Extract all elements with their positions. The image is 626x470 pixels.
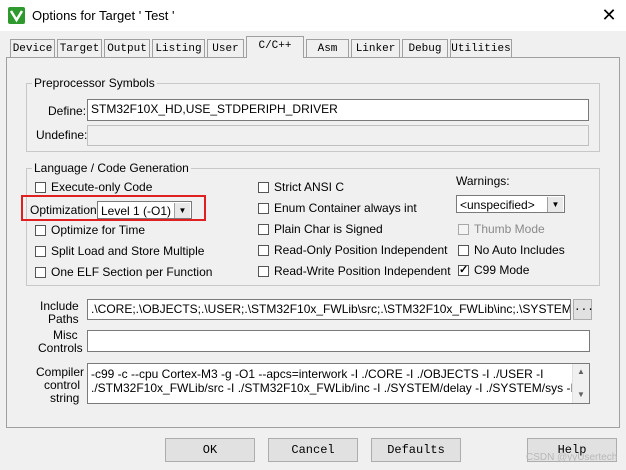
tab-user[interactable]: User <box>207 39 244 57</box>
highlight-box <box>21 195 206 221</box>
thumb-mode-checkbox[interactable] <box>458 224 469 235</box>
ro-pi-checkbox[interactable] <box>258 245 269 256</box>
no-auto-includes-label: No Auto Includes <box>474 243 565 257</box>
include-paths-input[interactable]: .\CORE;.\OBJECTS;.\USER;.\STM32F10x_FWLi… <box>87 299 571 320</box>
tab-listing[interactable]: Listing <box>152 39 205 57</box>
tab-debug[interactable]: Debug <box>402 39 448 57</box>
rw-pi-label: Read-Write Position Independent <box>274 264 451 278</box>
plain-char-label: Plain Char is Signed <box>274 222 383 236</box>
title-bar: Options for Target ' Test ' ✕ <box>0 0 626 31</box>
include-label-2: Paths <box>48 312 79 326</box>
plain-char-checkbox[interactable] <box>258 224 269 235</box>
uvision-app-icon <box>8 7 25 24</box>
cancel-button[interactable]: Cancel <box>268 438 358 462</box>
tab-linker[interactable]: Linker <box>351 39 400 57</box>
one-elf-checkbox[interactable] <box>35 267 46 278</box>
warnings-select[interactable]: <unspecified> ▼ <box>456 195 565 213</box>
scroll-down-icon[interactable]: ▼ <box>573 388 589 402</box>
close-button[interactable]: ✕ <box>596 4 622 26</box>
no-auto-includes-checkbox[interactable] <box>458 245 469 256</box>
window-title: Options for Target ' Test ' <box>32 8 175 23</box>
execute-only-label: Execute-only Code <box>51 180 153 194</box>
compiler-control-textarea[interactable]: -c99 -c --cpu Cortex-M3 -g -O1 --apcs=in… <box>87 363 590 404</box>
ok-button[interactable]: OK <box>165 438 255 462</box>
browse-button[interactable]: ... <box>573 299 594 320</box>
tab-target[interactable]: Target <box>57 39 102 57</box>
chevron-down-icon: ▼ <box>547 197 563 212</box>
misc-controls-input[interactable] <box>87 330 590 352</box>
strict-ansi-label: Strict ANSI C <box>274 180 345 194</box>
scroll-up-icon[interactable]: ▲ <box>573 365 589 379</box>
include-label: Include <box>40 299 79 313</box>
split-load-checkbox[interactable] <box>35 246 46 257</box>
define-input[interactable]: STM32F10X_HD,USE_STDPERIPH_DRIVER <box>87 99 589 121</box>
compiler-label-2: control <box>44 378 81 392</box>
define-label: Define: <box>48 104 87 118</box>
misc-label: Misc <box>53 328 78 342</box>
tab-asm[interactable]: Asm <box>306 39 349 57</box>
thumb-mode-label: Thumb Mode <box>474 222 545 236</box>
optimize-time-label: Optimize for Time <box>51 223 146 237</box>
rw-pi-checkbox[interactable] <box>258 266 269 277</box>
c99-mode-checkbox[interactable] <box>458 263 469 276</box>
language-group-title: Language / Code Generation <box>32 161 191 175</box>
preprocessor-group-title: Preprocessor Symbols <box>32 76 157 90</box>
enum-container-checkbox[interactable] <box>258 203 269 214</box>
strict-ansi-checkbox[interactable] <box>258 182 269 193</box>
tab-c-cpp[interactable]: C/C++ <box>246 36 304 58</box>
vertical-scrollbar[interactable]: ▲ ▼ <box>572 364 589 403</box>
tab-utilities[interactable]: Utilities <box>450 39 512 57</box>
misc-label-2: Controls <box>38 341 83 355</box>
warnings-value: <unspecified> <box>460 198 535 212</box>
split-load-label: Split Load and Store Multiple <box>51 244 205 258</box>
tab-output[interactable]: Output <box>104 39 150 57</box>
compiler-label-3: string <box>50 391 80 405</box>
c99-mode-label: C99 Mode <box>474 263 530 277</box>
compiler-line-1: -c99 -c --cpu Cortex-M3 -g -O1 --apcs=in… <box>91 367 544 381</box>
tab-device[interactable]: Device <box>10 39 55 57</box>
watermark: CSDN @yyUsertech <box>526 452 618 463</box>
enum-container-label: Enum Container always int <box>274 201 417 215</box>
compiler-line-2: ./STM32F10x_FWLib/src -I ./STM32F10x_FWL… <box>91 381 574 395</box>
execute-only-checkbox[interactable] <box>35 182 46 193</box>
optimize-time-checkbox[interactable] <box>35 225 46 236</box>
undefine-label: Undefine: <box>36 128 88 142</box>
one-elf-label: One ELF Section per Function <box>51 265 213 279</box>
compiler-label: Compiler <box>36 365 85 379</box>
close-icon: ✕ <box>601 5 617 25</box>
defaults-button[interactable]: Defaults <box>371 438 461 462</box>
ro-pi-label: Read-Only Position Independent <box>274 243 448 257</box>
undefine-input[interactable] <box>87 125 589 146</box>
warnings-label: Warnings: <box>456 174 510 188</box>
